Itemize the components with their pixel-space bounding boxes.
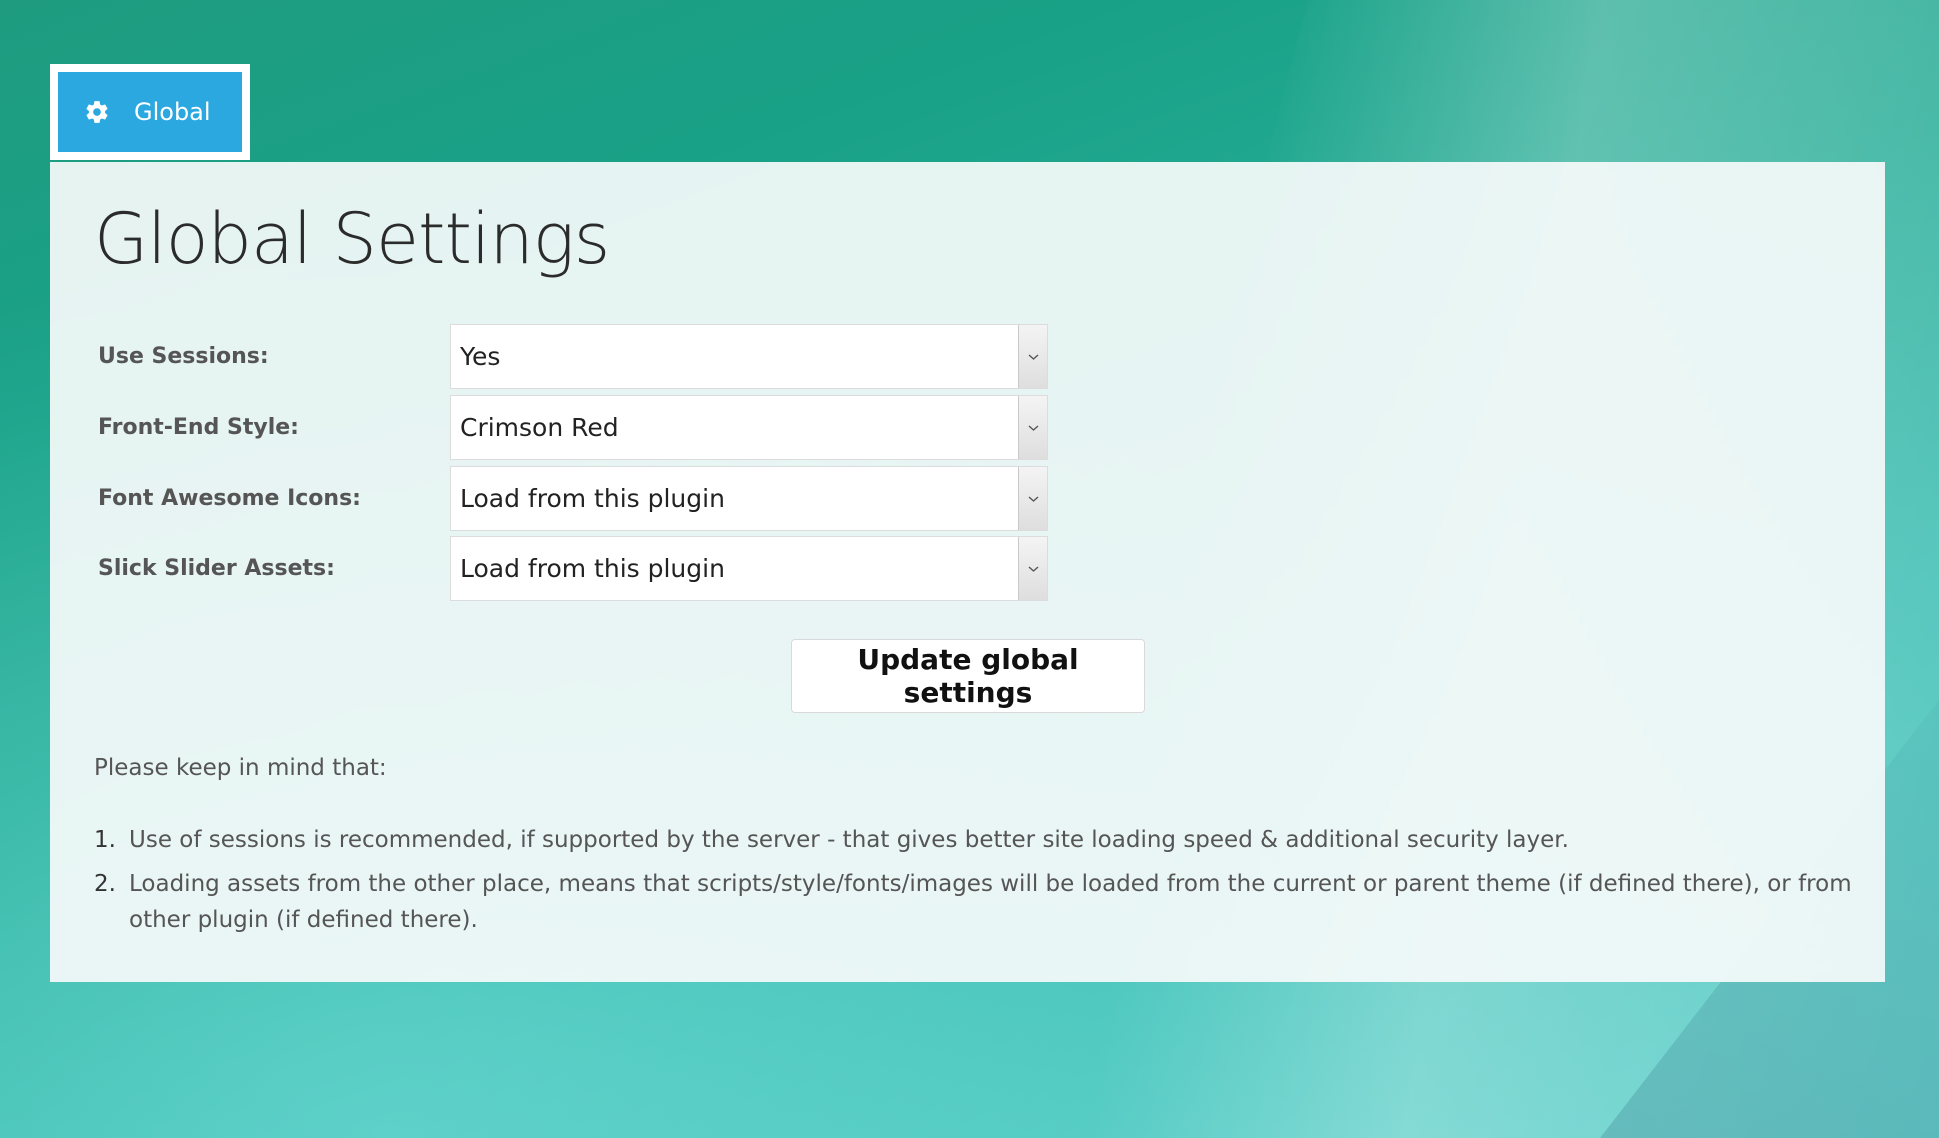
notes-intro: Please keep in mind that:	[94, 755, 387, 781]
setting-row-font-awesome-icons: Font Awesome Icons: Load from this plugi…	[98, 466, 1048, 531]
front-end-style-value: Crimson Red	[460, 413, 619, 442]
notes-list: 1. Use of sessions is recommended, if su…	[94, 822, 1854, 946]
chevron-down-icon	[1018, 396, 1047, 459]
slick-slider-assets-label: Slick Slider Assets:	[98, 556, 335, 581]
list-item-number: 2.	[94, 871, 116, 897]
tab-global[interactable]: Global	[58, 72, 242, 152]
chevron-down-icon	[1018, 467, 1047, 530]
font-awesome-icons-value: Load from this plugin	[460, 484, 725, 513]
slick-slider-assets-select[interactable]: Load from this plugin	[450, 536, 1048, 601]
tab-bar: Global	[50, 64, 250, 160]
slick-slider-assets-value: Load from this plugin	[460, 554, 725, 583]
page-title: Global Settings	[94, 198, 610, 280]
tab-label: Global	[134, 98, 211, 126]
chevron-down-icon	[1018, 325, 1047, 388]
list-item-text: Loading assets from the other place, mea…	[129, 871, 1852, 933]
setting-row-use-sessions: Use Sessions: Yes	[98, 324, 1048, 389]
gear-icon	[84, 99, 110, 125]
use-sessions-label: Use Sessions:	[98, 344, 269, 369]
font-awesome-icons-select[interactable]: Load from this plugin	[450, 466, 1048, 531]
use-sessions-value: Yes	[460, 342, 501, 371]
font-awesome-icons-label: Font Awesome Icons:	[98, 486, 361, 511]
list-item-number: 1.	[94, 827, 116, 853]
front-end-style-label: Front-End Style:	[98, 415, 299, 440]
setting-row-front-end-style: Front-End Style: Crimson Red	[98, 395, 1048, 460]
list-item: 1. Use of sessions is recommended, if su…	[94, 822, 1854, 858]
setting-row-slick-slider-assets: Slick Slider Assets: Load from this plug…	[98, 536, 1048, 601]
chevron-down-icon	[1018, 537, 1047, 600]
list-item: 2. Loading assets from the other place, …	[94, 866, 1854, 938]
list-item-text: Use of sessions is recommended, if suppo…	[129, 827, 1569, 853]
settings-panel: Global Settings Use Sessions: Yes Front-…	[50, 162, 1885, 982]
use-sessions-select[interactable]: Yes	[450, 324, 1048, 389]
update-global-settings-button[interactable]: Update global settings	[791, 639, 1145, 713]
front-end-style-select[interactable]: Crimson Red	[450, 395, 1048, 460]
